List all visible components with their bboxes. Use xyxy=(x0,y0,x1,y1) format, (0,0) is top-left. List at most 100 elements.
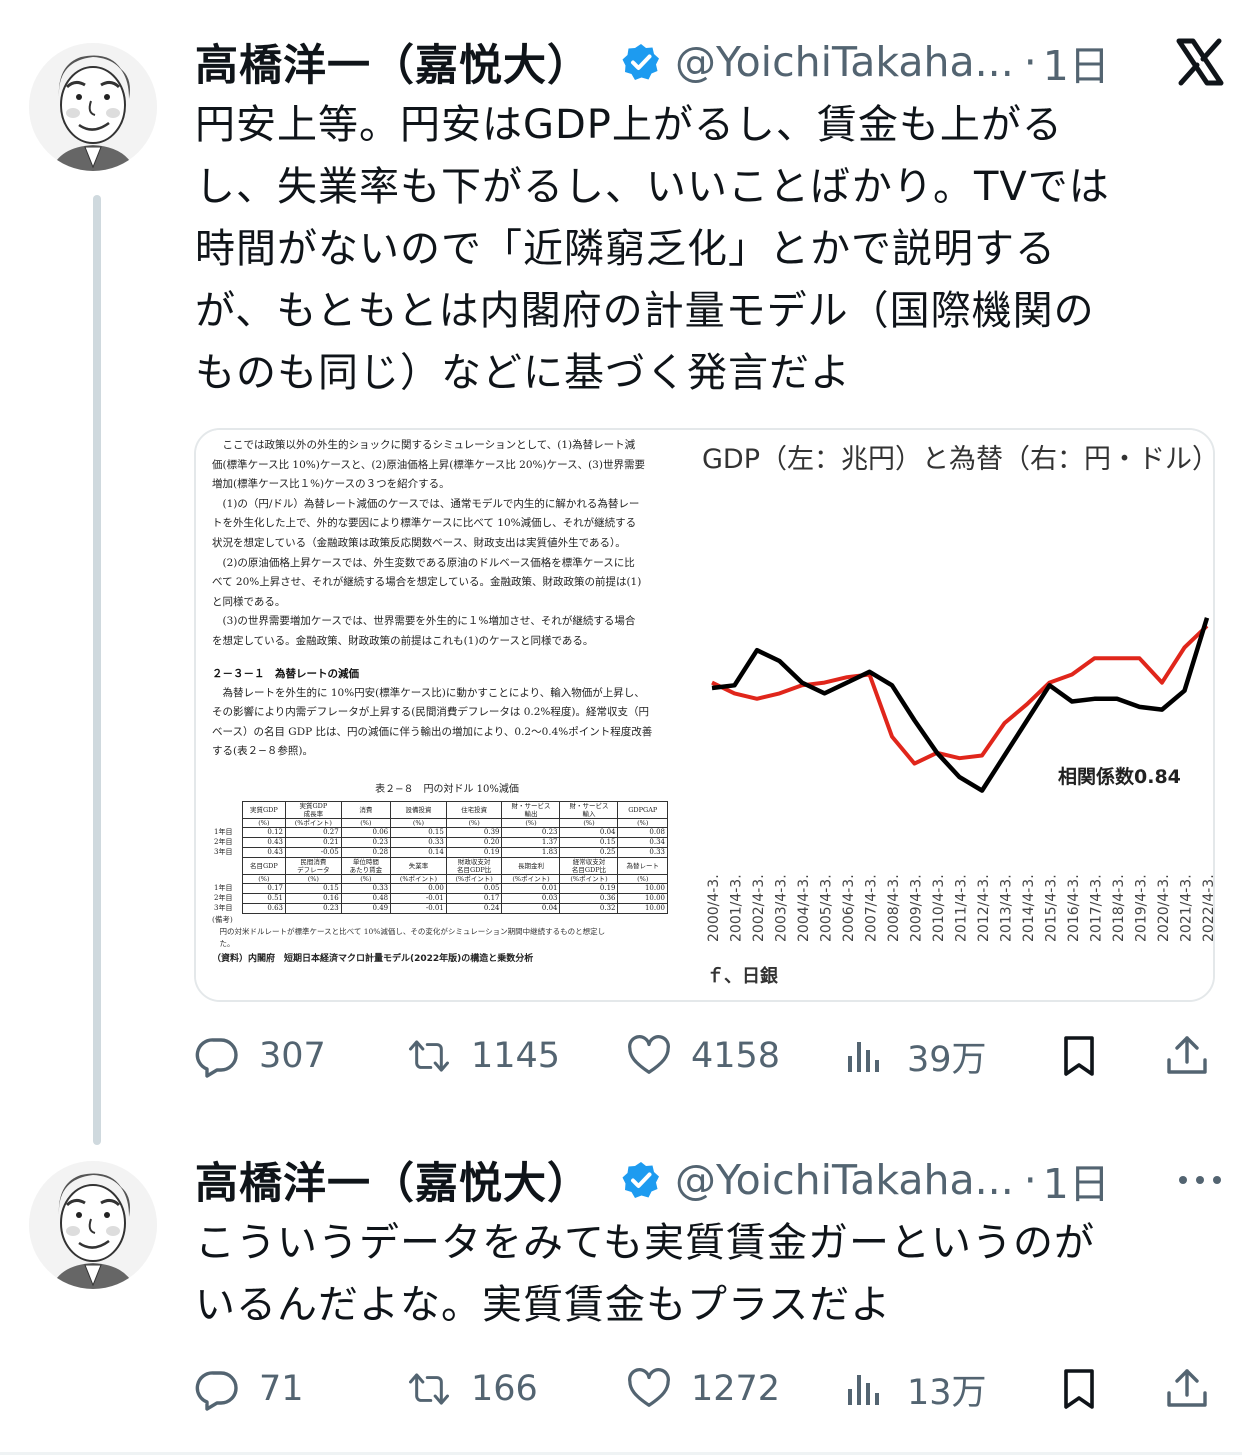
bookmark-button[interactable] xyxy=(1057,1359,1101,1419)
timestamp[interactable]: 1日 xyxy=(1043,1150,1110,1210)
table-corner xyxy=(212,801,243,819)
table-row-label: 2年目 xyxy=(212,893,243,904)
retweet-button[interactable]: 1145 xyxy=(407,1026,560,1086)
table-cell: 0.34 xyxy=(617,836,668,848)
table-cell: 0.33 xyxy=(617,846,668,858)
table-cell: 0.23 xyxy=(501,826,561,838)
table-unit-cell: (%) xyxy=(340,817,392,828)
x-tick-label: 2019/4-3. xyxy=(1134,874,1150,942)
tweet-header: 高橋洋一（嘉悦大） @YoichiTakaha... · 1日 xyxy=(195,1150,1225,1210)
table-cell: 0.01 xyxy=(501,882,561,894)
bookmark-button[interactable] xyxy=(1057,1026,1101,1086)
share-button[interactable] xyxy=(1165,1359,1209,1419)
table-cell: 0.25 xyxy=(559,846,619,858)
table-cell: 0.05 xyxy=(445,882,503,894)
x-tick-label: 2022/4-3. xyxy=(1201,874,1215,942)
table-cell: 0.28 xyxy=(340,846,392,858)
table-corner xyxy=(212,857,243,875)
thread-connector-line xyxy=(93,195,101,1145)
table-row-label: 3年目 xyxy=(212,847,243,858)
avatar[interactable] xyxy=(29,43,157,171)
x-tick-label: 2020/4-3. xyxy=(1156,874,1172,942)
document-line: ここでは政策以外の外生的ショックに関するシミュレーションとして、(1)為替レート… xyxy=(212,439,636,451)
table-header-cell: 単位時間 あたり賃金 xyxy=(340,856,392,875)
table-cell: 0.04 xyxy=(501,902,561,914)
table-row-label: 3年目 xyxy=(212,903,243,914)
x-tick-label: 2021/4-3. xyxy=(1179,874,1195,942)
table-cell: 0.51 xyxy=(241,892,286,904)
table-cell: 0.43 xyxy=(241,846,286,858)
heart-icon xyxy=(628,1035,670,1074)
table-cell: 0.43 xyxy=(241,836,286,848)
chart-source: ｆ、日銀 xyxy=(706,965,778,987)
avatar-caricature-image xyxy=(29,43,157,171)
reply-icon xyxy=(195,1038,238,1078)
table-unit-cell: (%) xyxy=(559,817,619,828)
correlation-annotation: 相関係数0.84 xyxy=(1058,765,1181,788)
table-header-cell: 失業率 xyxy=(390,856,447,875)
table-row: 2年目 0.51 0.16 0.48 -0.01 0.17 0.03 0.36 10.00 xyxy=(212,892,668,904)
reply-button[interactable]: 307 xyxy=(195,1026,326,1086)
like-button[interactable]: 4158 xyxy=(627,1026,780,1086)
tweet-actions: 307 1145 4158 39万 xyxy=(195,1026,1215,1086)
more-dots-icon[interactable] xyxy=(1175,1150,1225,1210)
views-button[interactable]: 13万 xyxy=(843,1359,987,1419)
table-cell: 0.15 xyxy=(390,826,447,838)
document-line: その影響により内需デフレータが上昇する(民間消費デフレータは 0.2%程度)。経… xyxy=(212,706,649,719)
table-unit-cell: (%ポイント) xyxy=(284,817,342,828)
user-handle[interactable]: @YoichiTakaha... xyxy=(675,1156,1014,1204)
x-tick-label: 2017/4-3. xyxy=(1089,874,1105,942)
x-logo-icon[interactable] xyxy=(1175,32,1225,92)
table-header-cell: 経常収支対 名目GDP比 xyxy=(559,856,619,875)
table-header-cell: 財・サービス 輸出 xyxy=(501,800,561,819)
retweet-count: 166 xyxy=(471,1369,538,1409)
table-title: 表２−８ 円の対ドル 10%減価 xyxy=(375,783,519,795)
table-cell: 0.12 xyxy=(241,826,286,838)
timestamp[interactable]: 1日 xyxy=(1043,32,1110,92)
x-tick-label: 2007/4-3. xyxy=(864,874,880,942)
like-count: 4158 xyxy=(691,1036,781,1076)
table-header-cell: 為替レート xyxy=(617,856,668,875)
table-cell: 0.03 xyxy=(501,892,561,904)
views-button[interactable]: 39万 xyxy=(843,1026,987,1086)
view-count: 13万 xyxy=(907,1372,987,1413)
retweet-button[interactable]: 166 xyxy=(407,1359,538,1419)
avatar[interactable] xyxy=(29,1161,157,1289)
table-row-label: 1年目 xyxy=(212,883,243,894)
table-unit-cell: (%) xyxy=(241,817,286,828)
table-cell: 10.00 xyxy=(617,882,668,894)
user-handle[interactable]: @YoichiTakaha... xyxy=(675,38,1014,86)
display-name[interactable]: 高橋洋一（嘉悦大） xyxy=(195,31,591,93)
table-cell: 0.14 xyxy=(390,846,447,858)
simulation-table: 実質GDP 実質GDP 成長率 消費 設備投資 住宅投資 財・サービス 輸出 財・サービス … xyxy=(212,800,668,914)
table-header-cell: 設備投資 xyxy=(390,800,447,819)
table-row: 3年目 0.43 -0.05 0.28 0.14 0.19 1.83 0.25 0.33 xyxy=(212,846,668,858)
table-unit-cell: (%) xyxy=(241,873,286,884)
display-name[interactable]: 高橋洋一（嘉悦大） xyxy=(195,1149,591,1211)
attached-image[interactable]: ここでは政策以外の外生的ショックに関するシミュレーションとして、(1)為替レート… xyxy=(194,428,1215,1002)
table-cell: 0.08 xyxy=(617,826,668,838)
table-cell: 0.49 xyxy=(340,902,392,914)
chart-svg: GDP（左：兆円）と為替（右：円・ドル）の相関係数0.84 2000/4-3. 20… xyxy=(702,444,1215,987)
reply-count: 307 xyxy=(259,1036,326,1076)
table-unit-cell: (%) xyxy=(617,873,668,884)
table-cell: 0.33 xyxy=(340,882,392,894)
table-cell: 0.15 xyxy=(284,882,342,894)
tweet-text: こういうデータをみても実質賃金ガーというのが いるんだよな。実質賃金もプラスだよ xyxy=(195,1220,1095,1328)
table-cell: 0.32 xyxy=(559,902,619,914)
share-button[interactable] xyxy=(1165,1026,1209,1086)
x-tick-label: 2000/4-3. xyxy=(706,874,722,942)
tweet-actions: 71 166 1272 13万 xyxy=(195,1359,1215,1419)
reply-button[interactable]: 71 xyxy=(195,1359,304,1419)
table-unit-cell: (%ポイント) xyxy=(445,873,503,884)
table-cell: 0.23 xyxy=(340,836,392,848)
bookmark-icon xyxy=(1064,1369,1094,1409)
table-cell: 10.00 xyxy=(617,892,668,904)
share-icon xyxy=(1167,1369,1207,1407)
note-line: た。 xyxy=(212,938,235,948)
reply-icon xyxy=(195,1371,238,1411)
table-header-cell: 民間消費 デフレータ xyxy=(284,856,342,875)
table-unit-cell: (%) xyxy=(284,873,342,884)
like-button[interactable]: 1272 xyxy=(627,1359,780,1419)
table-cell: 0.63 xyxy=(241,902,286,914)
